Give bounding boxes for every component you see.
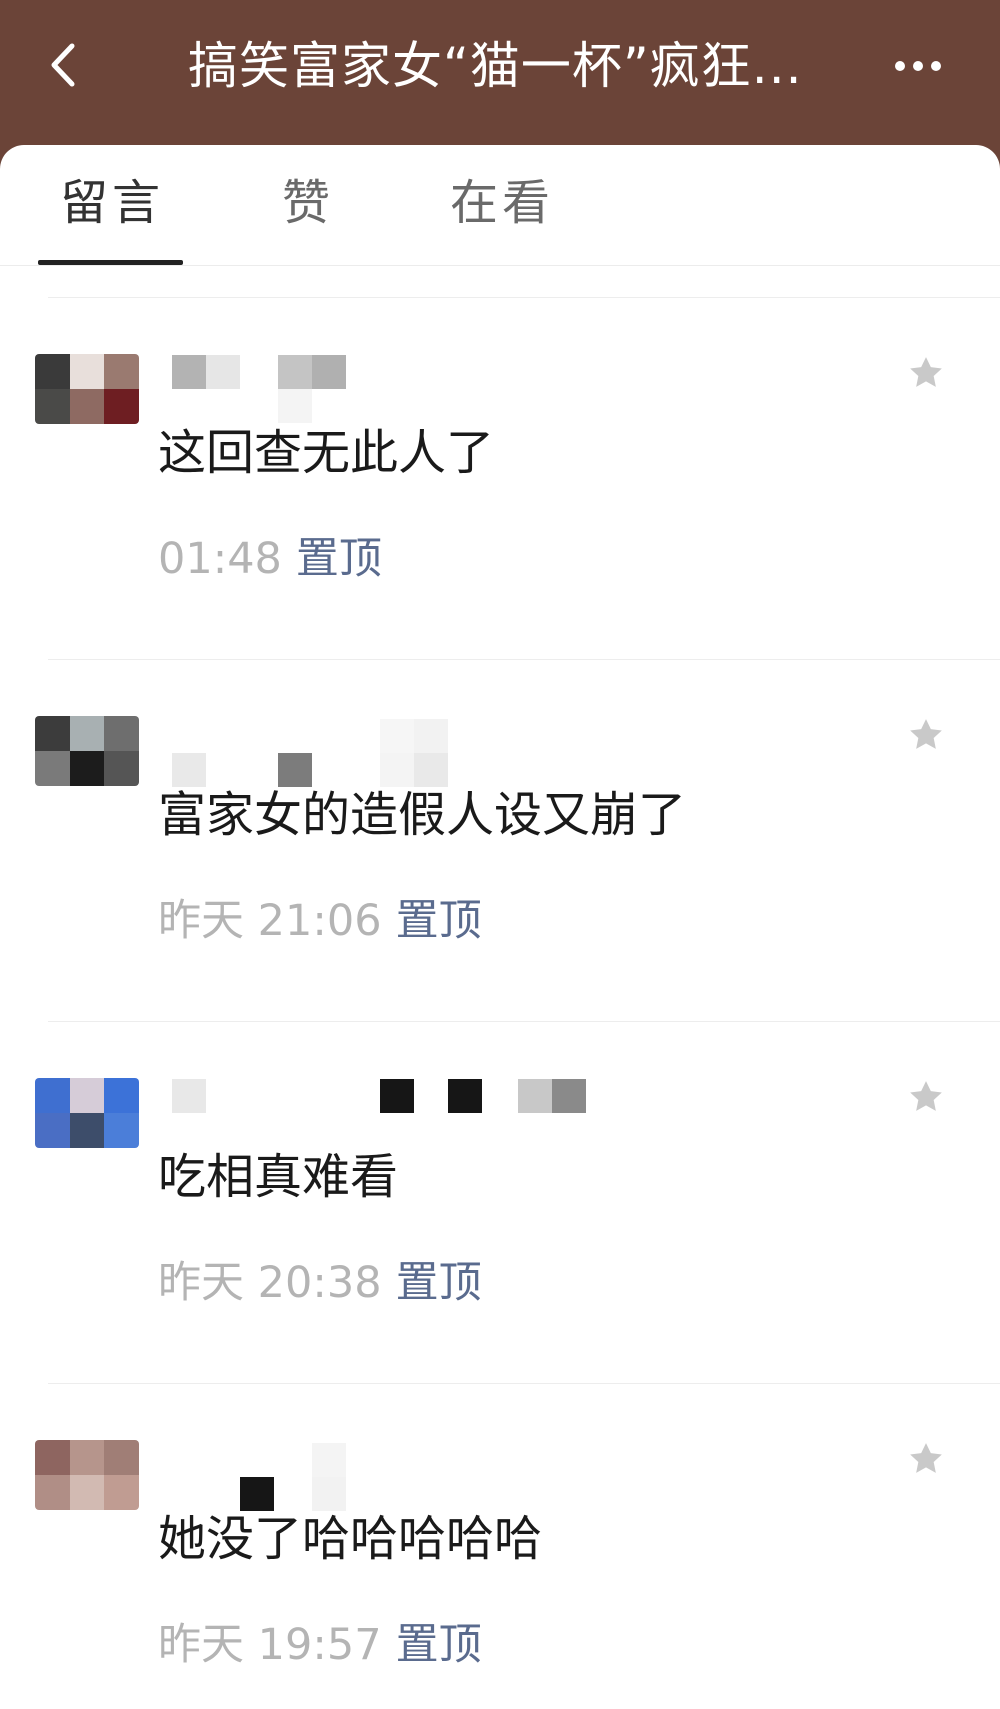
tab-comments[interactable]: 留言 (60, 173, 164, 233)
back-button[interactable] (38, 30, 98, 100)
comment-item: 富家女的造假人设又崩了 昨天 21:06 置顶 (0, 659, 1000, 1021)
divider (48, 1021, 1000, 1022)
page-title: 搞笑富家女“猫一杯”疯狂... (188, 37, 803, 95)
comment-meta: 昨天 19:57 置顶 (158, 1617, 482, 1673)
header-bar: 搞笑富家女“猫一杯”疯狂... (0, 0, 1000, 150)
star-icon[interactable] (906, 715, 946, 755)
username-pixelated (172, 1441, 632, 1511)
avatar[interactable] (35, 354, 139, 424)
comment-item: 她没了哈哈哈哈哈 昨天 19:57 置顶 (0, 1383, 1000, 1709)
username-pixelated (172, 1079, 632, 1139)
tab-watching[interactable]: 在看 (450, 173, 554, 233)
comment-text: 富家女的造假人设又崩了 (158, 787, 687, 843)
star-icon[interactable] (906, 1439, 946, 1479)
comment-time: 昨天 19:57 (158, 1620, 382, 1670)
comment-meta: 昨天 20:38 置顶 (158, 1255, 482, 1311)
active-tab-indicator (38, 260, 183, 265)
comments-sheet: 留言 赞 在看 这回查无此人了 01:48 置顶 富家女的造假人设又崩了 昨天 … (0, 145, 1000, 1709)
avatar[interactable] (35, 1078, 139, 1148)
comment-time: 昨天 21:06 (158, 896, 382, 946)
tab-likes[interactable]: 赞 (282, 173, 334, 233)
pin-button[interactable]: 置顶 (396, 1258, 482, 1308)
pin-button[interactable]: 置顶 (296, 534, 382, 584)
star-icon[interactable] (906, 1077, 946, 1117)
more-button[interactable] (890, 48, 950, 84)
username-pixelated (172, 717, 632, 787)
divider (48, 297, 1000, 298)
divider (48, 659, 1000, 660)
pin-button[interactable]: 置顶 (396, 896, 482, 946)
comment-item: 这回查无此人了 01:48 置顶 (0, 297, 1000, 659)
comment-text: 吃相真难看 (158, 1149, 399, 1205)
comment-text: 她没了哈哈哈哈哈 (158, 1511, 543, 1567)
more-dots-icon (895, 61, 941, 71)
avatar[interactable] (35, 1440, 139, 1510)
username-pixelated (172, 355, 632, 423)
avatar[interactable] (35, 716, 139, 786)
divider (48, 1383, 1000, 1384)
comment-time: 01:48 (158, 534, 282, 584)
pin-button[interactable]: 置顶 (396, 1620, 482, 1670)
comment-text: 这回查无此人了 (158, 425, 495, 481)
tab-bar: 留言 赞 在看 (0, 145, 1000, 266)
comment-item: 吃相真难看 昨天 20:38 置顶 (0, 1021, 1000, 1383)
chevron-left-icon (51, 43, 75, 87)
comment-time: 昨天 20:38 (158, 1258, 382, 1308)
comment-meta: 昨天 21:06 置顶 (158, 893, 482, 949)
star-icon[interactable] (906, 353, 946, 393)
comment-meta: 01:48 置顶 (158, 531, 382, 587)
